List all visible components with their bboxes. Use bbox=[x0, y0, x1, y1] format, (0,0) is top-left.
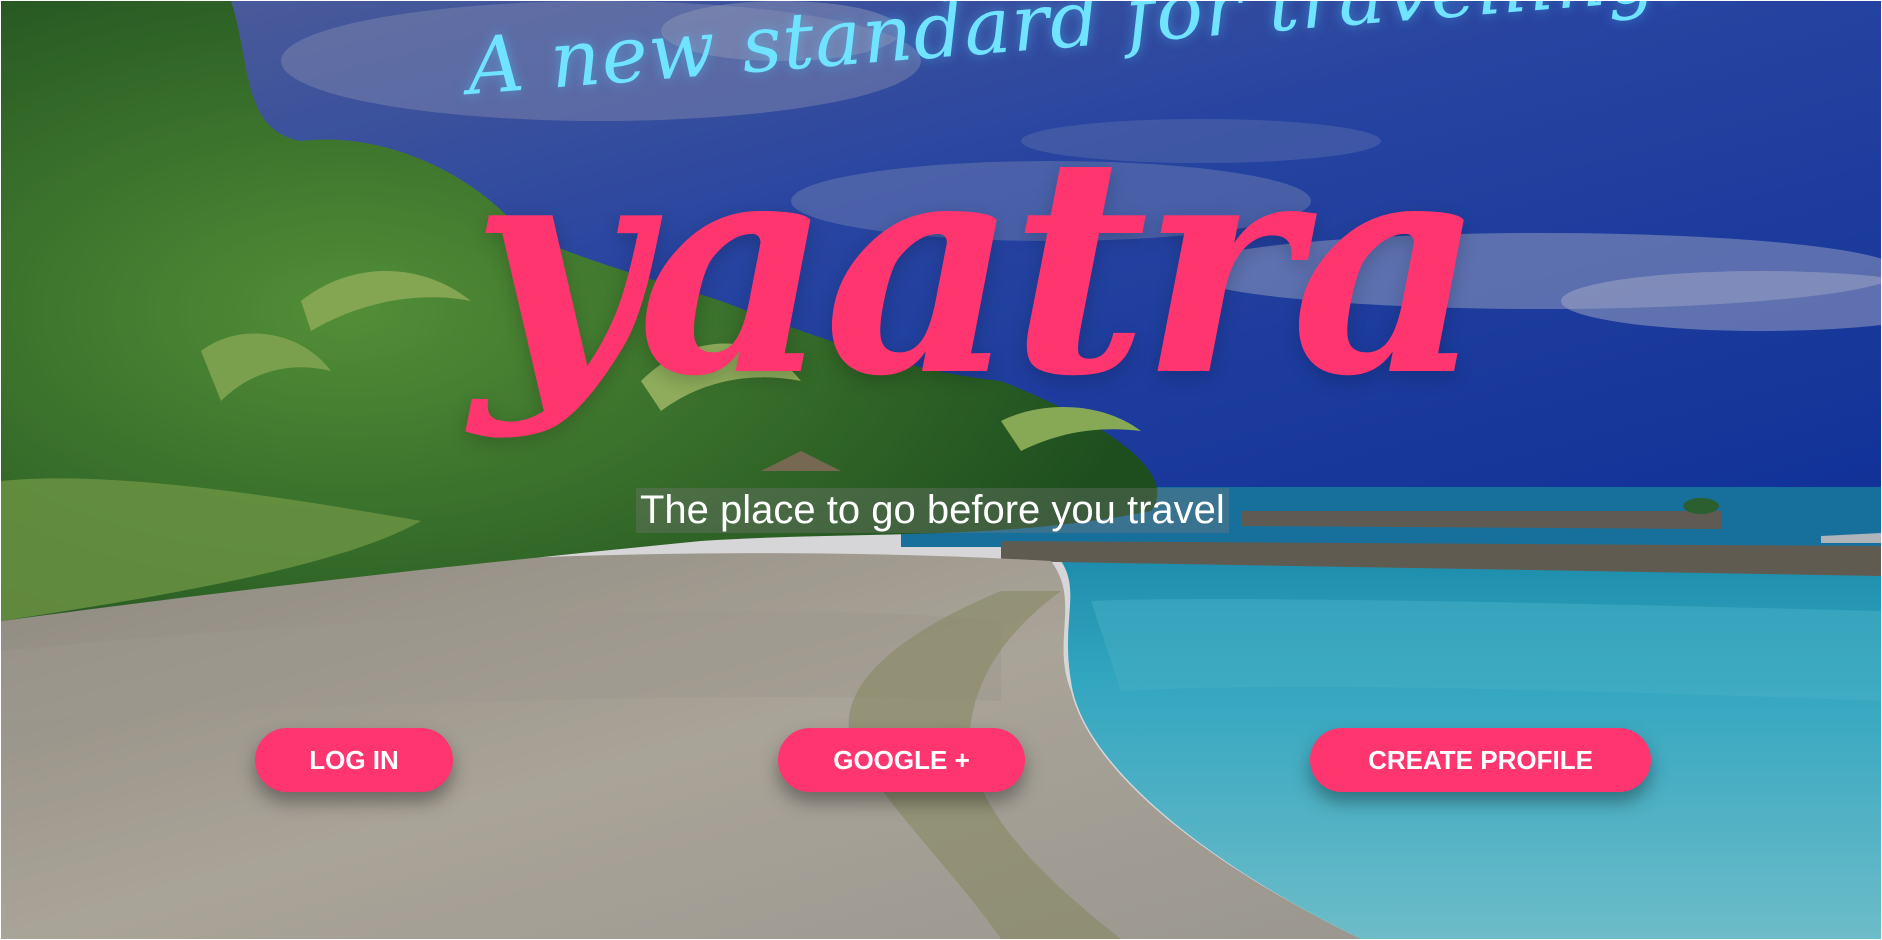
create-profile-button[interactable]: CREATE PROFILE bbox=[1310, 728, 1651, 792]
landing-page: A new standard for travelling! yaatra Th… bbox=[1, 1, 1881, 939]
subtitle: The place to go before you travel bbox=[636, 488, 1229, 533]
login-button[interactable]: LOG IN bbox=[255, 728, 453, 792]
google-login-button[interactable]: GOOGLE + bbox=[778, 728, 1025, 792]
brand-logo: yaatra bbox=[471, 89, 1485, 442]
